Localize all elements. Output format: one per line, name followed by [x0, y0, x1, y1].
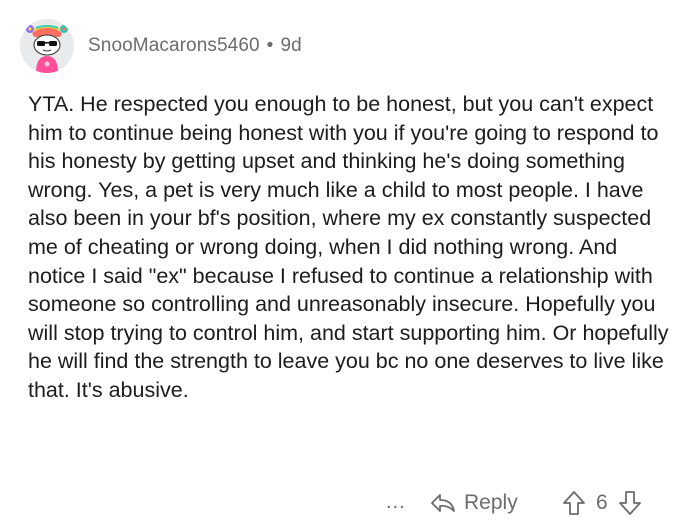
username-link[interactable]: SnooMacarons5460: [88, 35, 260, 57]
comment-body: YTA. He respected you enough to be hones…: [28, 92, 669, 402]
meta-separator: •: [266, 35, 274, 56]
downvote-arrow-icon[interactable]: [618, 490, 642, 516]
comment-age[interactable]: 9d: [280, 35, 301, 57]
upvote-arrow-icon[interactable]: [562, 490, 586, 516]
vote-controls: 6: [562, 488, 642, 518]
reply-arrow-icon: [431, 494, 455, 512]
vote-count: 6: [596, 491, 608, 514]
reply-button[interactable]: Reply: [430, 488, 518, 518]
comment-meta: SnooMacarons5460 • 9d: [88, 35, 302, 57]
comment: SnooMacarons5460 • 9d YTA. He respected …: [0, 0, 700, 531]
snoo-avatar-icon[interactable]: [20, 19, 74, 73]
reply-label: Reply: [464, 491, 518, 514]
comment-header: SnooMacarons5460 • 9d: [20, 18, 302, 74]
more-options-button[interactable]: ...: [386, 490, 406, 514]
comment-actions: ... Reply 6: [0, 488, 700, 522]
